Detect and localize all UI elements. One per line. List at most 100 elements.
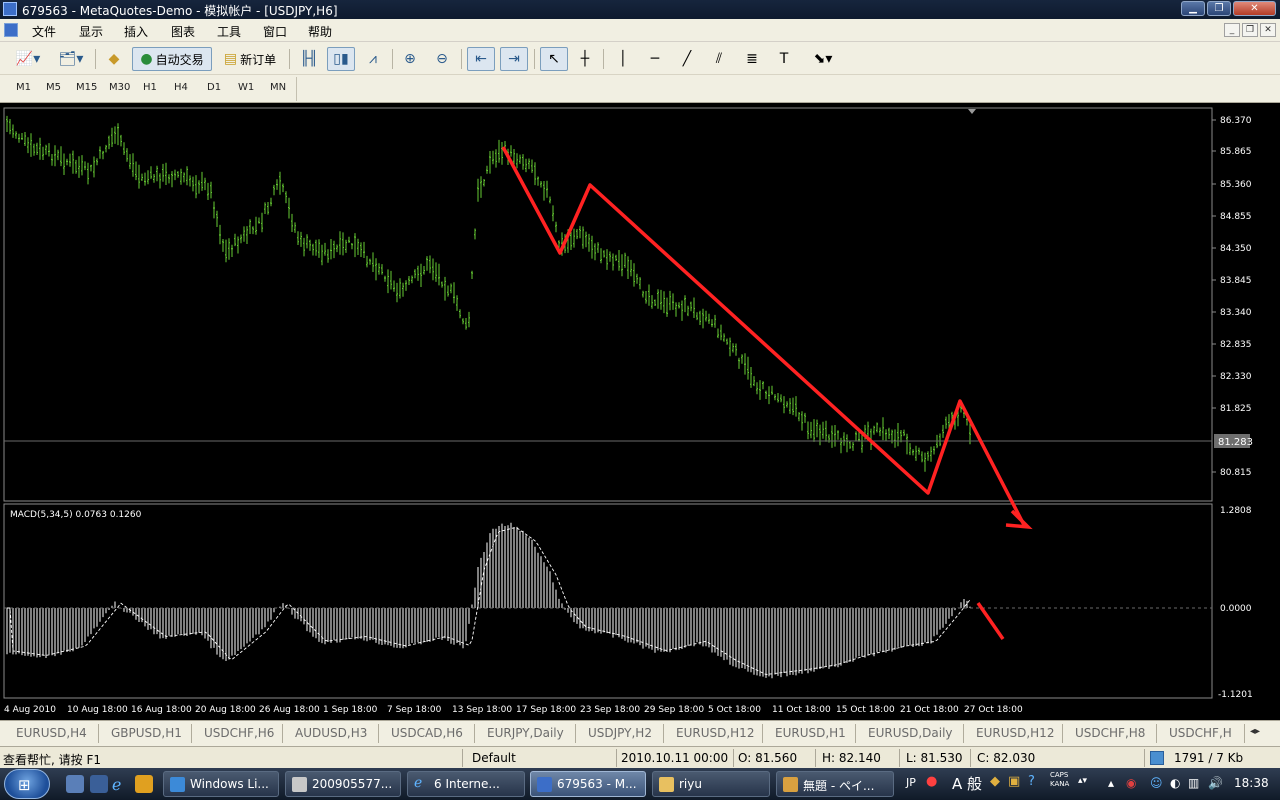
chart-window[interactable]: 86.370 85.865 85.360 84.855 84.350 83.845 83.3…	[0, 103, 1280, 720]
media-player-icon[interactable]	[135, 775, 153, 793]
internet-explorer-icon[interactable]: ℯ	[112, 775, 130, 794]
help-icon[interactable]: ?	[1028, 774, 1035, 789]
taskbar-button-image[interactable]: 200905577...	[285, 771, 401, 797]
menu-tools[interactable]: 工具	[217, 23, 241, 40]
status-divider	[733, 749, 734, 767]
caps-label: CAPS	[1050, 771, 1069, 779]
ime-icon[interactable]: ●	[926, 774, 937, 789]
tab-scroll-arrows[interactable]: ◂▸	[1250, 726, 1260, 737]
chart-window-icon[interactable]	[4, 23, 18, 37]
period-m30[interactable]: M30	[109, 82, 130, 93]
messenger-icon[interactable]: ☺	[1150, 776, 1163, 790]
status-help: 查看帮忙, 请按 F1	[3, 753, 101, 767]
tab-usdchf-partial[interactable]: USDCHF,H	[1157, 724, 1245, 743]
ime-expand-icon[interactable]: ▴▾	[1078, 776, 1087, 786]
tab-usdcad-h6[interactable]: USDCAD,H6	[379, 724, 475, 743]
trendline-button[interactable]: ╱	[675, 47, 699, 71]
zoom-out-button[interactable]: ⊖	[430, 47, 454, 71]
start-button[interactable]: ⊞	[4, 769, 50, 799]
tray-app-icon[interactable]: ◐	[1170, 776, 1180, 790]
volume-icon[interactable]: 🔊	[1208, 776, 1223, 790]
chart-shift-icon: ⇥	[508, 51, 520, 67]
equidistant-channel-button[interactable]: ⫽	[706, 47, 732, 71]
show-desktop-icon[interactable]	[66, 775, 84, 793]
period-w1[interactable]: W1	[238, 82, 254, 93]
period-d1[interactable]: D1	[207, 82, 221, 93]
arrows-menu-button[interactable]: ⬊▾	[804, 47, 842, 71]
auto-scroll-button[interactable]: ⇤	[467, 47, 495, 71]
period-mn[interactable]: MN	[270, 82, 286, 93]
tab-eurusd-h12[interactable]: EURUSD,H12	[664, 724, 763, 743]
ime-pad-icon[interactable]: ▣	[1008, 774, 1020, 789]
crosshair-icon: ┼	[580, 51, 590, 67]
ime-tool-icon[interactable]: ◆	[990, 774, 1000, 789]
menu-file[interactable]: 文件	[32, 23, 56, 40]
main-toolbar: 📈▾ 🗂▾ ◆ ● 自动交易 ▤ 新订单 ╟╢ ▯▮ ⩘ ⊕ ⊖ ⇤ ⇥ ↖ ┼…	[0, 42, 1280, 75]
price-chart[interactable]: 86.370 85.865 85.360 84.855 84.350 83.845 83.3…	[0, 103, 1280, 720]
tab-eurusd-daily[interactable]: EURUSD,Daily	[856, 724, 964, 743]
menu-help[interactable]: 帮助	[308, 23, 332, 40]
period-m1[interactable]: M1	[16, 82, 31, 93]
zoom-in-icon: ⊕	[404, 51, 416, 67]
kana-label: KANA	[1050, 780, 1070, 788]
chart-shift-button[interactable]: ⇥	[500, 47, 528, 71]
security-icon[interactable]: ◉	[1126, 776, 1136, 790]
tab-eurusd-h1[interactable]: EURUSD,H1	[763, 724, 856, 743]
crosshair-button[interactable]: ┼	[573, 47, 597, 71]
time-tick-label: 29 Sep 18:00	[644, 705, 704, 715]
close-button[interactable]: ✕	[1233, 1, 1276, 16]
menu-chart[interactable]: 图表	[171, 23, 195, 40]
period-m5[interactable]: M5	[46, 82, 61, 93]
menu-view[interactable]: 显示	[79, 23, 103, 40]
switch-windows-icon[interactable]	[90, 775, 108, 793]
market-watch-button[interactable]: ◆	[102, 47, 126, 71]
tab-eurjpy-daily[interactable]: EURJPY,Daily	[475, 724, 576, 743]
tab-eurusd-h4[interactable]: EURUSD,H4	[4, 724, 99, 743]
taskbar-button-folder[interactable]: riyu	[652, 771, 770, 797]
menu-insert[interactable]: 插入	[124, 23, 148, 40]
network-icon[interactable]: ▥	[1188, 776, 1199, 790]
tab-usdchf-h6[interactable]: USDCHF,H6	[192, 724, 283, 743]
status-close: C: 82.030	[977, 751, 1036, 765]
text-tool-button[interactable]: T	[772, 47, 796, 71]
show-hidden-icons[interactable]: ▴	[1108, 776, 1114, 790]
fibonacci-button[interactable]: ≣	[739, 47, 765, 71]
tab-usdchf-h8[interactable]: USDCHF,H8	[1063, 724, 1157, 743]
new-order-button[interactable]: ▤ 新订单	[218, 47, 282, 71]
clock[interactable]: 18:38	[1234, 776, 1269, 790]
status-profile: Default	[472, 751, 516, 765]
bar-chart-button[interactable]: ╟╢	[296, 47, 322, 71]
zoom-in-button[interactable]: ⊕	[398, 47, 422, 71]
auto-trading-button[interactable]: ● 自动交易	[132, 47, 212, 71]
cursor-tool-button[interactable]: ↖	[540, 47, 568, 71]
time-tick-label: 23 Sep 18:00	[580, 705, 640, 715]
minimize-button[interactable]: ▁	[1181, 1, 1205, 16]
price-tick-label: 81.825	[1220, 404, 1252, 414]
taskbar-button-paint[interactable]: 無題 - ペイ...	[776, 771, 894, 797]
maximize-button[interactable]: ❐	[1207, 1, 1231, 16]
taskbar-button-windows-live[interactable]: Windows Li...	[163, 771, 279, 797]
tab-eurusd-h12-2[interactable]: EURUSD,H12	[964, 724, 1063, 743]
fibonacci-icon: ≣	[746, 51, 758, 67]
tab-audusd-h3[interactable]: AUDUSD,H3	[283, 724, 379, 743]
vertical-line-icon: │	[618, 51, 628, 67]
ime-mode[interactable]: A 般	[952, 773, 982, 794]
menu-window[interactable]: 窗口	[263, 23, 287, 40]
taskbar-button-ie-group[interactable]: ℯ 6 Interne...	[407, 771, 525, 797]
candlestick-button[interactable]: ▯▮	[327, 47, 355, 71]
language-indicator[interactable]: JP	[906, 776, 916, 789]
mdi-minimize-button[interactable]: _	[1224, 23, 1240, 37]
vertical-line-button[interactable]: │	[611, 47, 635, 71]
mdi-restore-button[interactable]: ❐	[1242, 23, 1258, 37]
period-h4[interactable]: H4	[174, 82, 188, 93]
horizontal-line-button[interactable]: ─	[643, 47, 667, 71]
taskbar-button-metatrader[interactable]: 679563 - M...	[530, 771, 646, 797]
tab-gbpusd-h1[interactable]: GBPUSD,H1	[99, 724, 192, 743]
mdi-close-button[interactable]: ✕	[1260, 23, 1276, 37]
tab-usdjpy-h2[interactable]: USDJPY,H2	[576, 724, 664, 743]
period-h1[interactable]: H1	[143, 82, 157, 93]
profiles-button[interactable]: 🗂▾	[52, 47, 90, 71]
line-chart-button[interactable]: ⩘	[360, 47, 386, 71]
period-m15[interactable]: M15	[76, 82, 97, 93]
new-chart-button[interactable]: 📈▾	[10, 47, 46, 71]
